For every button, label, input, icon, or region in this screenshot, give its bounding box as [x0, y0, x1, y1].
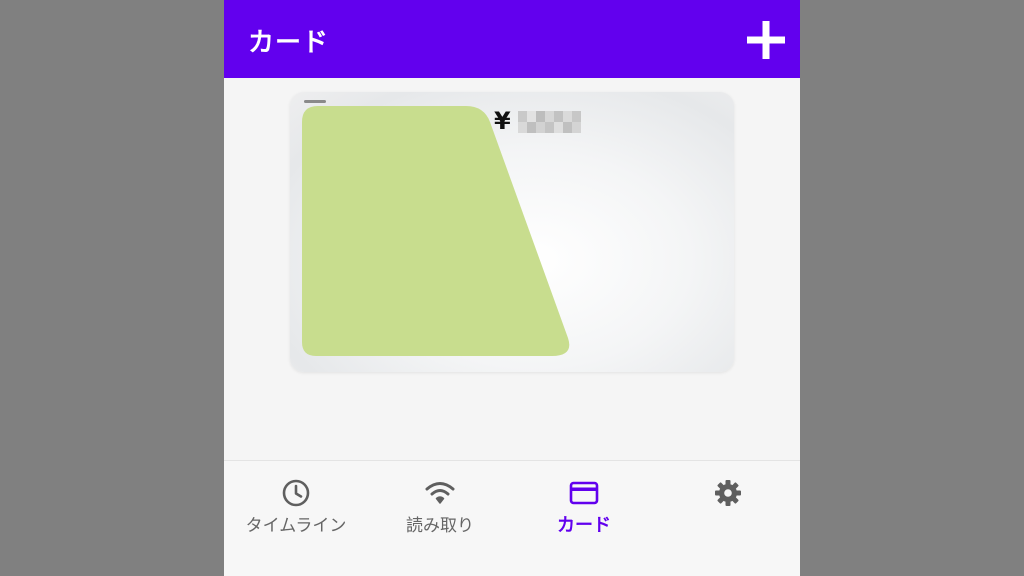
plus-icon: [744, 18, 788, 62]
card-list: ¥: [224, 78, 800, 460]
gear-icon: [712, 477, 744, 509]
nav-label-read: 読み取り: [406, 516, 474, 536]
card-balance-currency: ¥: [494, 107, 511, 135]
nav-item-settings[interactable]: [656, 461, 800, 576]
app-bar: カード: [224, 0, 800, 78]
card-green-panel: [302, 106, 570, 356]
nav-label-card: カード: [557, 515, 611, 536]
ic-card[interactable]: ¥: [290, 92, 734, 372]
credit-card-icon: [568, 477, 600, 509]
add-card-button[interactable]: [744, 18, 788, 62]
card-edge-mark: [304, 100, 326, 103]
nav-item-card[interactable]: カード: [512, 461, 656, 576]
wifi-icon: [424, 477, 456, 509]
app-screen: カード ¥ タイムライン 読み取り カード: [224, 0, 800, 576]
card-balance-masked: [518, 111, 588, 133]
clock-icon: [280, 477, 312, 509]
bottom-navigation: タイムライン 読み取り カード: [224, 460, 800, 576]
page-title: カード: [248, 28, 330, 58]
nav-label-timeline: タイムライン: [245, 516, 347, 536]
nav-item-timeline[interactable]: タイムライン: [224, 461, 368, 576]
nav-item-read[interactable]: 読み取り: [368, 461, 512, 576]
